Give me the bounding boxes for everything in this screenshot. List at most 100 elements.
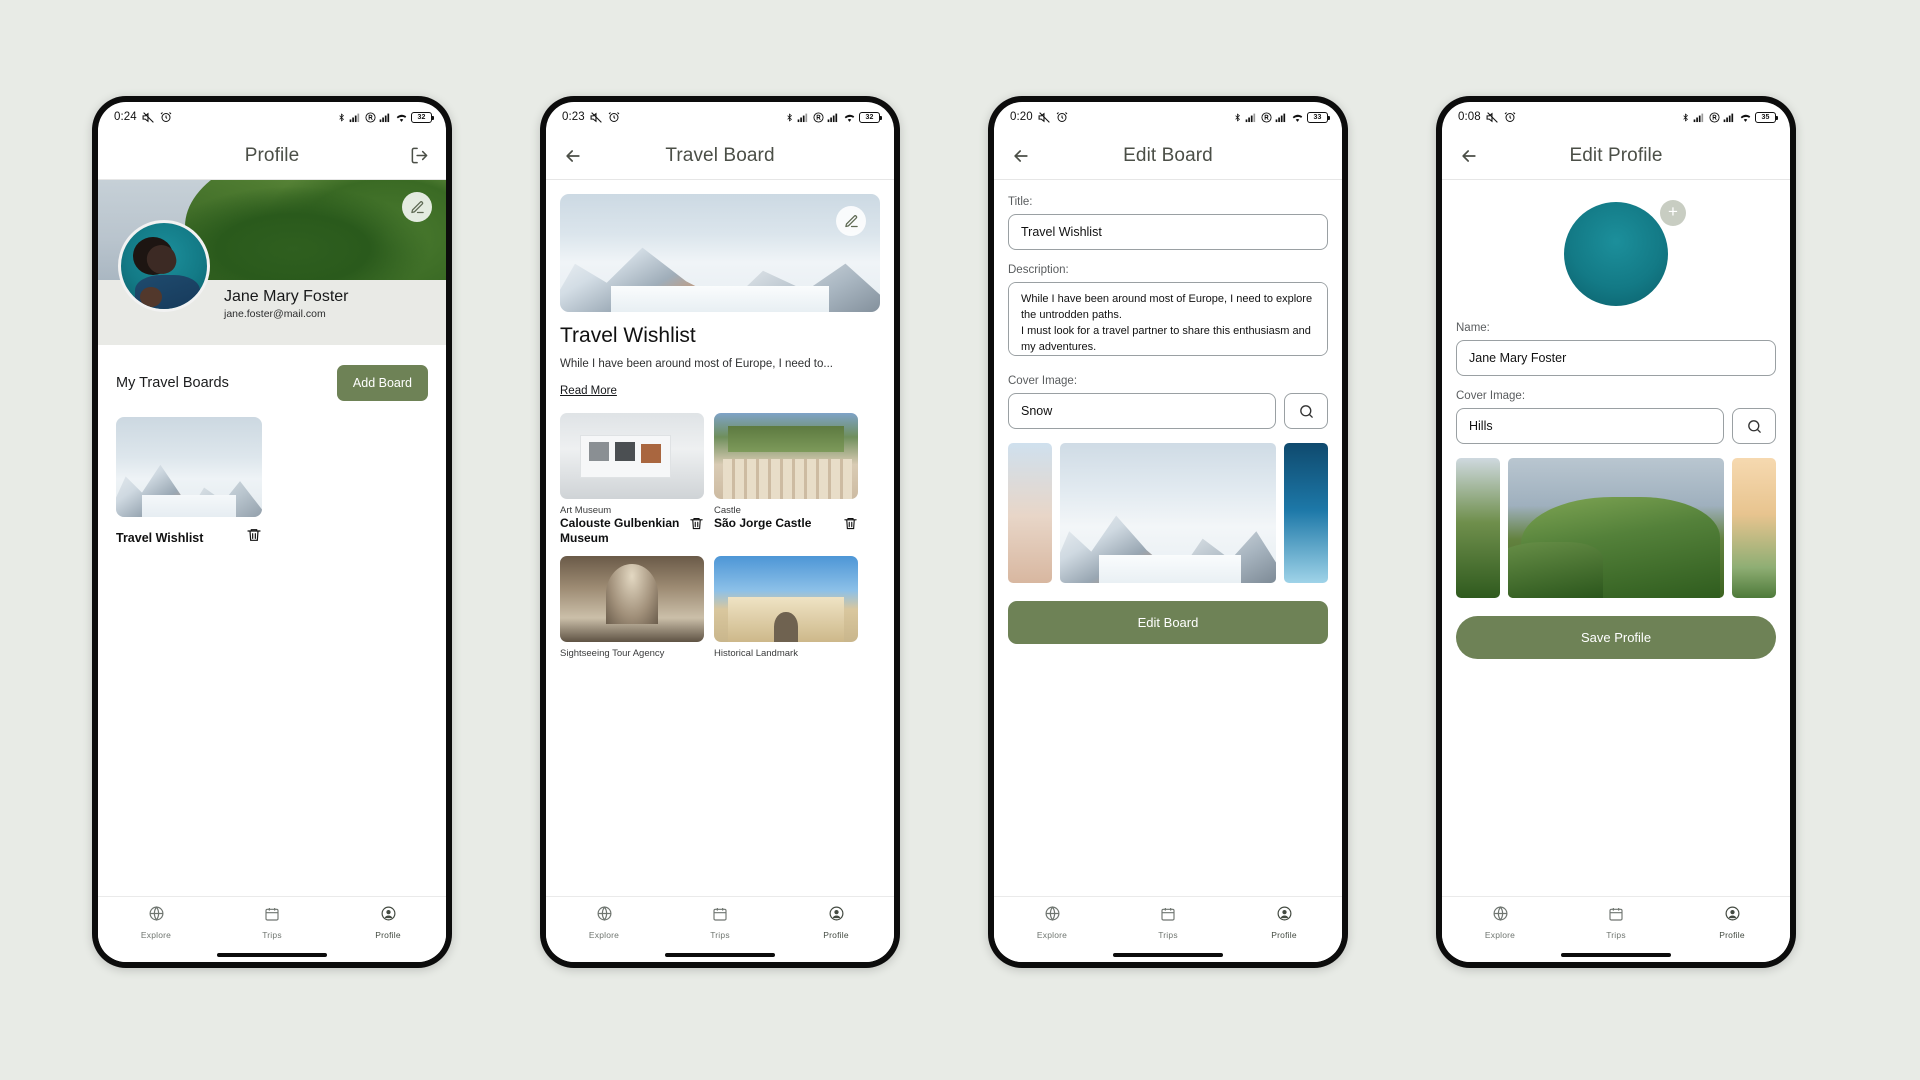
person-circle-icon bbox=[380, 905, 397, 927]
cover-image-results bbox=[1456, 458, 1776, 598]
mute-icon bbox=[142, 111, 155, 124]
nav-label-trips: Trips bbox=[262, 929, 282, 940]
nav-item-trips[interactable]: Trips bbox=[1110, 906, 1226, 940]
board-body: Travel Wishlist While I have been around… bbox=[546, 180, 894, 896]
signal-1-icon bbox=[349, 112, 362, 123]
battery-level: 33 bbox=[1313, 113, 1322, 121]
app-bar: Travel Board bbox=[546, 132, 894, 180]
search-icon[interactable] bbox=[1732, 408, 1776, 444]
cover-result-thumb[interactable] bbox=[1284, 443, 1328, 583]
gesture-bar bbox=[1442, 948, 1790, 962]
nav-item-trips[interactable]: Trips bbox=[662, 906, 778, 940]
phone-edit-board: 0:20 33 Edit Board Title: Travel Wishlis… bbox=[988, 96, 1348, 968]
result-hill-left bbox=[1508, 542, 1604, 598]
gesture-pill bbox=[1113, 953, 1223, 957]
status-time: 0:20 bbox=[1010, 111, 1033, 123]
bluetooth-icon bbox=[337, 111, 346, 124]
search-icon[interactable] bbox=[1284, 393, 1328, 429]
edit-board-form: Title: Description: While I have been ar… bbox=[994, 180, 1342, 644]
nav-item-explore[interactable]: Explore bbox=[1442, 905, 1558, 940]
battery-level: 35 bbox=[1761, 113, 1770, 121]
trash-icon[interactable] bbox=[689, 516, 704, 536]
place-footer: Calouste Gulbenkian Museum bbox=[560, 516, 704, 546]
nav-item-explore[interactable]: Explore bbox=[98, 905, 214, 940]
globe-icon bbox=[596, 905, 613, 927]
status-left: 0:20 bbox=[1010, 111, 1068, 124]
status-time: 0:08 bbox=[1458, 111, 1481, 123]
place-card[interactable]: Sightseeing Tour Agency bbox=[560, 555, 704, 659]
place-image bbox=[560, 555, 704, 642]
status-bar: 0:24 32 bbox=[98, 102, 446, 132]
nav-item-profile[interactable]: Profile bbox=[1674, 905, 1790, 940]
page-title: Travel Board bbox=[665, 144, 775, 166]
place-card[interactable]: Historical Landmark bbox=[714, 555, 858, 659]
place-category: Castle bbox=[714, 504, 741, 516]
wifi-icon bbox=[1291, 112, 1304, 123]
phone-edit-profile: 0:08 35 Edit Profile + Name: Jane Mary F… bbox=[1436, 96, 1796, 968]
nav-item-trips[interactable]: Trips bbox=[1558, 906, 1674, 940]
avatar-editor: + bbox=[1442, 180, 1790, 306]
roaming-icon bbox=[813, 111, 824, 123]
place-name: Calouste Gulbenkian Museum bbox=[560, 515, 680, 545]
name-input[interactable] bbox=[1456, 340, 1776, 376]
title-input[interactable] bbox=[1008, 214, 1328, 250]
save-profile-button[interactable]: Save Profile bbox=[1456, 616, 1776, 659]
status-bar: 0:08 35 bbox=[1442, 102, 1790, 132]
trash-icon[interactable] bbox=[843, 516, 858, 536]
edit-board-button[interactable] bbox=[836, 206, 866, 236]
globe-icon bbox=[1492, 905, 1509, 927]
signal-2-icon bbox=[1723, 112, 1736, 123]
calendar-icon bbox=[712, 906, 728, 927]
page-title: Edit Board bbox=[1123, 144, 1213, 166]
cover-result-thumb[interactable] bbox=[1008, 443, 1052, 583]
trash-icon[interactable] bbox=[246, 527, 262, 548]
place-card[interactable]: Castle São Jorge Castle bbox=[714, 412, 858, 546]
read-more-link[interactable]: Read More bbox=[560, 385, 617, 397]
edit-profile-button[interactable] bbox=[402, 192, 432, 222]
back-arrow-icon[interactable] bbox=[560, 143, 586, 169]
cover-result-thumb[interactable] bbox=[1456, 458, 1500, 598]
cover-result-selected[interactable] bbox=[1508, 458, 1724, 598]
edit-board-submit-button[interactable]: Edit Board bbox=[1008, 601, 1328, 644]
battery-icon: 32 bbox=[859, 111, 882, 123]
back-arrow-icon[interactable] bbox=[1008, 143, 1034, 169]
calendar-icon bbox=[1608, 906, 1624, 927]
board-scroll[interactable]: Travel Wishlist While I have been around… bbox=[546, 180, 894, 896]
logout-icon[interactable] bbox=[406, 143, 432, 169]
nav-item-profile[interactable]: Profile bbox=[330, 905, 446, 940]
phone-travel-board: 0:23 32 Travel Board Travel Wishlist Whi… bbox=[540, 96, 900, 968]
cover-result-selected[interactable] bbox=[1060, 443, 1276, 583]
cover-image-input[interactable] bbox=[1456, 408, 1724, 444]
board-cover-image bbox=[560, 194, 880, 312]
board-list-item[interactable]: Travel Wishlist bbox=[98, 401, 274, 548]
nav-item-profile[interactable]: Profile bbox=[1226, 905, 1342, 940]
profile-text: Jane Mary Foster jane.foster@mail.com bbox=[224, 288, 348, 320]
add-board-button[interactable]: Add Board bbox=[336, 365, 428, 401]
app-bar: Edit Profile bbox=[1442, 132, 1790, 180]
roaming-icon bbox=[365, 111, 376, 123]
alarm-icon bbox=[160, 111, 172, 123]
nav-item-trips[interactable]: Trips bbox=[214, 906, 330, 940]
description-input[interactable]: While I have been around most of Europe,… bbox=[1008, 282, 1328, 356]
cover-result-thumb[interactable] bbox=[1732, 458, 1776, 598]
bluetooth-icon bbox=[1233, 111, 1242, 124]
alarm-icon bbox=[1056, 111, 1068, 123]
calendar-icon bbox=[264, 906, 280, 927]
thumb-valley bbox=[142, 495, 236, 517]
plus-icon[interactable]: + bbox=[1660, 200, 1686, 226]
person-circle-icon bbox=[1724, 905, 1741, 927]
cover-image-input[interactable] bbox=[1008, 393, 1276, 429]
place-category: Sightseeing Tour Agency bbox=[560, 647, 665, 659]
nav-item-profile[interactable]: Profile bbox=[778, 905, 894, 940]
profile-info: Jane Mary Foster jane.foster@mail.com bbox=[98, 220, 446, 345]
person-circle-icon bbox=[828, 905, 845, 927]
back-arrow-icon[interactable] bbox=[1456, 143, 1482, 169]
signal-2-icon bbox=[379, 112, 392, 123]
nav-item-explore[interactable]: Explore bbox=[546, 905, 662, 940]
nav-item-explore[interactable]: Explore bbox=[994, 905, 1110, 940]
profile-name: Jane Mary Foster bbox=[224, 288, 349, 305]
place-card[interactable]: Art Museum Calouste Gulbenkian Museum bbox=[560, 412, 704, 546]
person-circle-icon bbox=[1276, 905, 1293, 927]
avatar[interactable] bbox=[1564, 202, 1668, 306]
bottom-navigation: Explore Trips Profile bbox=[994, 896, 1342, 948]
